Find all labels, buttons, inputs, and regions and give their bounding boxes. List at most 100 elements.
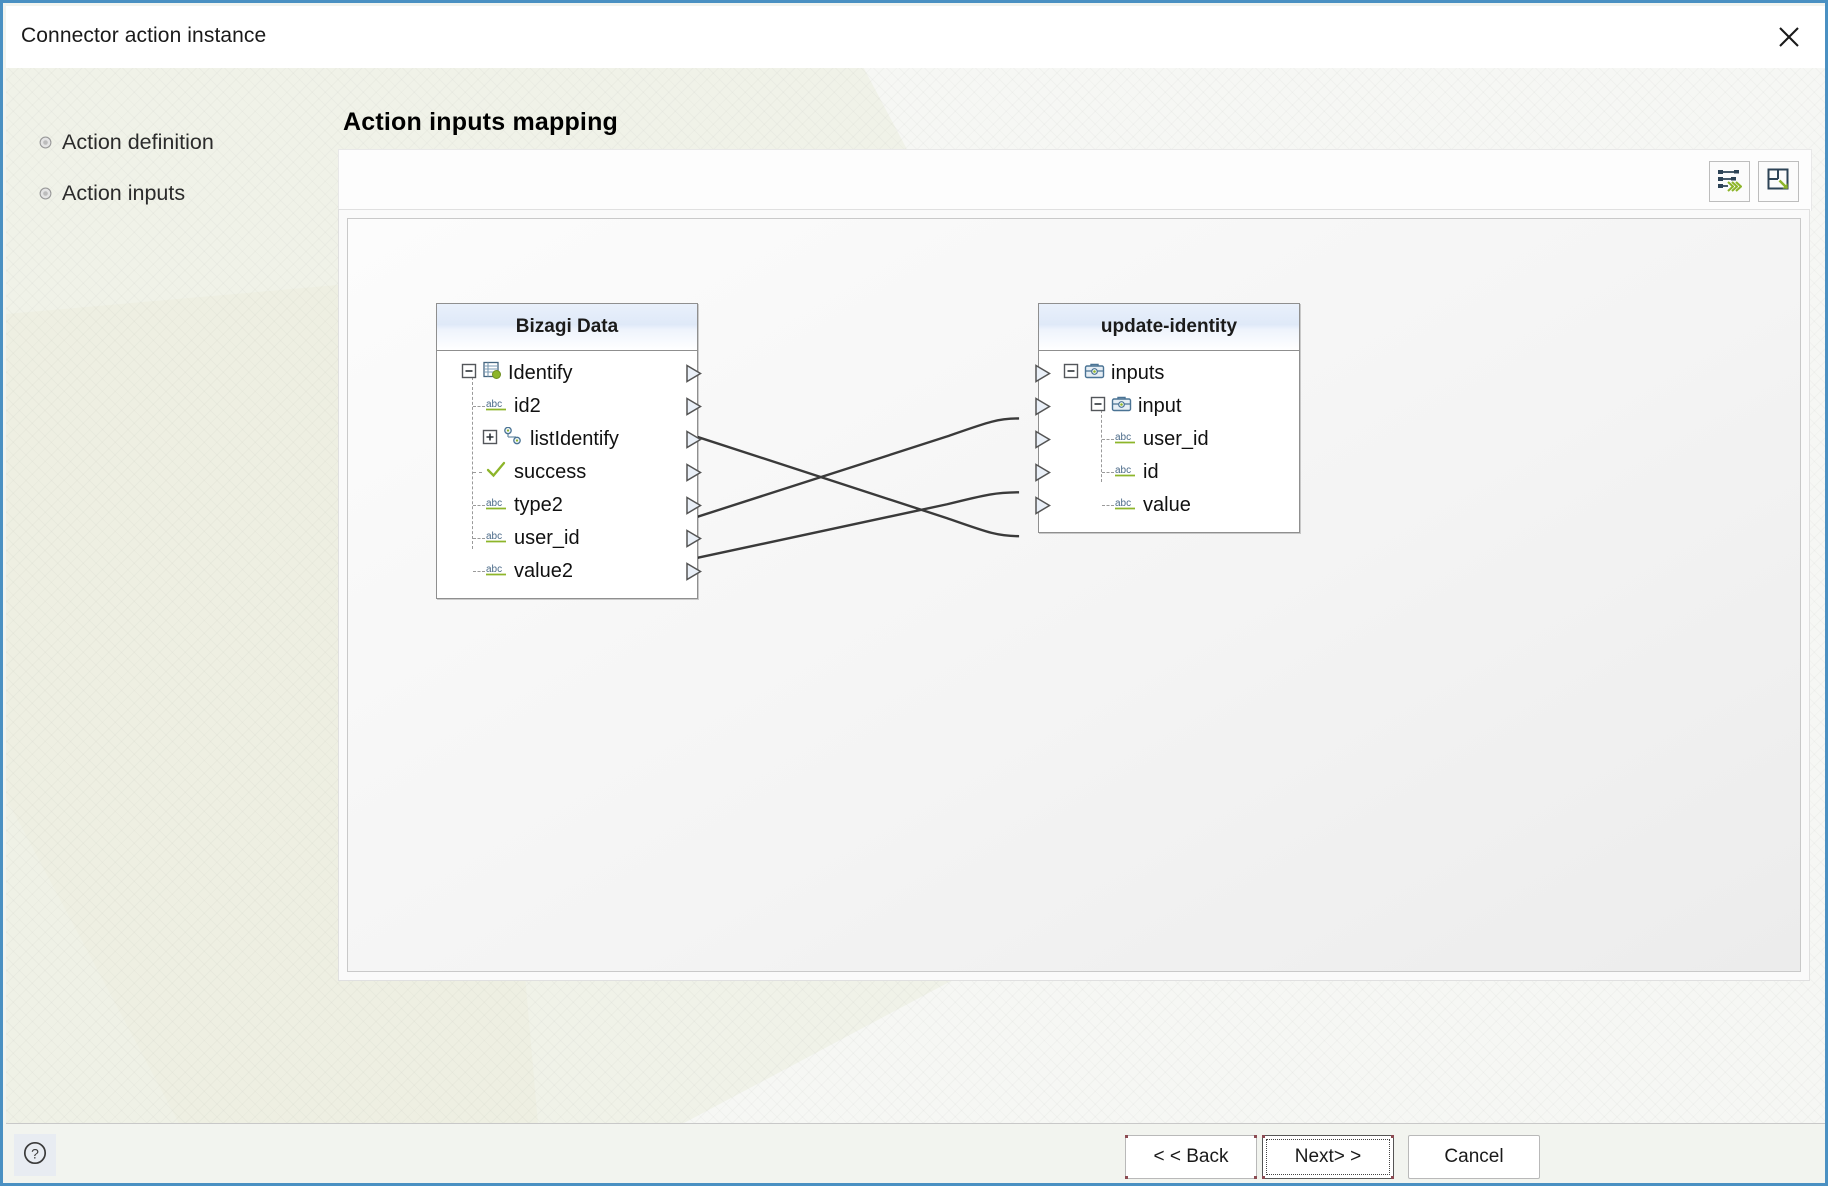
dialog-window: Connector action instance Action definit… — [0, 0, 1828, 1186]
svg-text:?: ? — [31, 1145, 39, 1161]
tree-row-label: inputs — [1111, 362, 1165, 384]
source-tree-body: Identify abc id2 listIdentify success ab… — [437, 351, 697, 598]
tree-branch — [1102, 505, 1114, 506]
tree-row-id2[interactable]: abc id2 — [437, 390, 697, 423]
tree-row-label: listIdentify — [530, 428, 619, 450]
sidebar-item-action-inputs[interactable]: Action inputs — [39, 181, 185, 206]
svg-text:abc: abc — [1115, 432, 1131, 443]
tree-row-label: user_id — [1143, 428, 1209, 450]
cancel-button-label: Cancel — [1444, 1146, 1504, 1167]
dialog-body: Action definition Action inputs Action i… — [6, 68, 1825, 1123]
page-title: Action inputs mapping — [343, 108, 619, 136]
input-port-inputs[interactable] — [1035, 364, 1052, 388]
source-tree-box: Bizagi Data Identify abc id2 listIdentif… — [436, 303, 702, 599]
tree-branch — [473, 406, 485, 407]
tree-branch — [473, 538, 485, 539]
output-port-identify[interactable] — [686, 364, 703, 388]
help-button[interactable]: ? — [14, 1134, 56, 1176]
abc-string-icon: abc — [1115, 494, 1137, 517]
briefcase-icon — [1084, 362, 1105, 386]
briefcase-icon — [1111, 395, 1132, 419]
auto-map-icon — [1717, 167, 1743, 197]
tree-row-label: Identify — [508, 362, 573, 384]
expand-collapse-toggle-minus-icon[interactable] — [461, 362, 477, 385]
tree-row-value2[interactable]: abc value2 — [437, 555, 697, 588]
title-bar: Connector action instance — [6, 6, 1825, 69]
fit-window-icon — [1766, 167, 1791, 197]
output-port-listidentify[interactable] — [686, 430, 703, 454]
content-panel: Action inputs mapping Bizagi Data Identi… — [338, 68, 1825, 1123]
tree-row-type2[interactable]: abc type2 — [437, 489, 697, 522]
fit-to-window-button[interactable] — [1758, 161, 1799, 202]
input-port-id[interactable] — [1035, 463, 1052, 487]
mapping-canvas[interactable]: Bizagi Data Identify abc id2 listIdentif… — [347, 218, 1801, 972]
abc-string-icon: abc — [486, 395, 508, 418]
expand-collapse-toggle-plus-icon[interactable] — [482, 428, 498, 451]
tree-branch — [1102, 439, 1114, 440]
svg-text:abc: abc — [1115, 465, 1131, 476]
back-button[interactable]: < < Back — [1125, 1135, 1257, 1179]
tree-branch — [473, 571, 485, 572]
radio-bullet-icon — [39, 136, 52, 149]
output-port-success[interactable] — [686, 463, 703, 487]
radio-bullet-icon — [39, 187, 52, 200]
tree-branch — [473, 505, 485, 506]
tree-row-target-user_id[interactable]: abc user_id — [1039, 423, 1299, 456]
output-port-user_id[interactable] — [686, 529, 703, 553]
window-title: Connector action instance — [21, 24, 267, 47]
source-tree-title: Bizagi Data — [437, 304, 697, 351]
input-port-user_id[interactable] — [1035, 430, 1052, 454]
target-tree-box: update-identity inputs input abc user_id… — [1035, 303, 1300, 533]
tree-branch — [473, 472, 482, 473]
tree-row-listidentify[interactable]: listIdentify — [437, 423, 697, 456]
tree-branch — [1102, 472, 1114, 473]
tree-row-user_id[interactable]: abc user_id — [437, 522, 697, 555]
abc-string-icon: abc — [1115, 461, 1137, 484]
tree-row-label: id — [1143, 461, 1159, 483]
tree-row-label: user_id — [514, 527, 580, 549]
svg-text:abc: abc — [486, 564, 502, 575]
mapping-toolbar — [338, 149, 1812, 211]
back-button-label: < < Back — [1153, 1146, 1229, 1167]
tree-row-identify[interactable]: Identify — [437, 357, 697, 390]
help-question-icon: ? — [22, 1140, 48, 1171]
sidebar-item-label: Action definition — [62, 130, 214, 154]
auto-map-button[interactable] — [1709, 161, 1750, 202]
tree-row-label: input — [1138, 395, 1182, 417]
tree-row-target-value[interactable]: abc value — [1039, 489, 1299, 522]
abc-string-icon: abc — [1115, 428, 1137, 451]
tree-row-label: success — [514, 461, 587, 483]
cancel-button[interactable]: Cancel — [1408, 1135, 1540, 1179]
tree-row-label: type2 — [514, 494, 563, 516]
tree-row-label: value2 — [514, 560, 573, 582]
abc-string-icon: abc — [486, 494, 508, 517]
tree-row-input[interactable]: input — [1039, 390, 1299, 423]
svg-text:abc: abc — [486, 531, 502, 542]
tree-row-target-id[interactable]: abc id — [1039, 456, 1299, 489]
mapping-canvas-frame: Bizagi Data Identify abc id2 listIdentif… — [338, 209, 1810, 981]
target-tree-title: update-identity — [1039, 304, 1299, 351]
collection-icon — [502, 426, 524, 452]
tree-row-label: value — [1143, 494, 1191, 516]
output-port-type2[interactable] — [686, 496, 703, 520]
input-port-input[interactable] — [1035, 397, 1052, 421]
expand-collapse-toggle-minus-icon[interactable] — [1063, 362, 1079, 385]
next-button-label: Next> > — [1294, 1146, 1362, 1167]
tree-row-inputs[interactable]: inputs — [1039, 357, 1299, 390]
input-port-value[interactable] — [1035, 496, 1052, 520]
abc-string-icon: abc — [486, 527, 508, 550]
next-button[interactable]: Next> > — [1262, 1135, 1394, 1179]
dialog-footer: ? < < Back Next> > Cancel — [6, 1123, 1825, 1183]
close-button[interactable] — [1758, 9, 1820, 65]
expand-collapse-toggle-minus-icon[interactable] — [1090, 395, 1106, 418]
sidebar-item-label: Action inputs — [62, 181, 186, 205]
abc-string-icon: abc — [486, 560, 508, 583]
boolean-check-icon — [486, 461, 508, 484]
output-port-id2[interactable] — [686, 397, 703, 421]
close-icon — [1777, 25, 1801, 49]
output-port-value2[interactable] — [686, 562, 703, 586]
tree-row-success[interactable]: success — [437, 456, 697, 489]
entity-icon — [483, 361, 502, 386]
target-tree-body: inputs input abc user_id abc id abc valu… — [1039, 351, 1299, 532]
sidebar-item-action-definition[interactable]: Action definition — [39, 130, 214, 155]
